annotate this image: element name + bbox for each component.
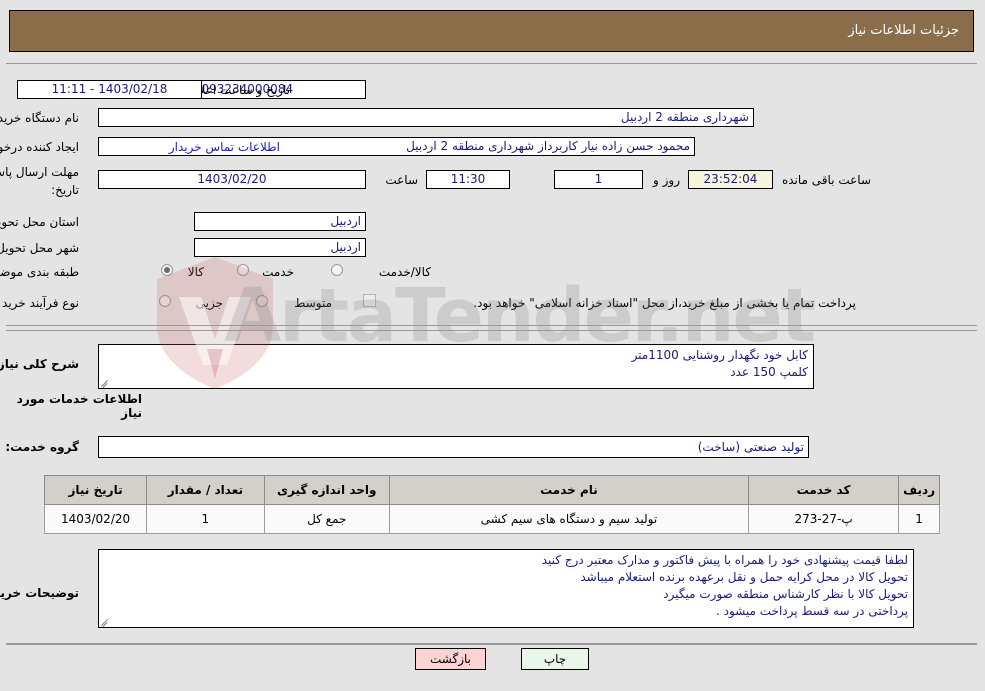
- footer-separator: [7, 644, 978, 645]
- cell-row: 1: [899, 504, 941, 534]
- print-button[interactable]: چاپ: [522, 648, 590, 670]
- table-row: 1 پ-27-273 تولید سیم و دستگاه های سیم کش…: [44, 504, 941, 534]
- col-date: تاریخ نیاز: [44, 475, 149, 505]
- cell-code: پ-27-273: [748, 504, 901, 534]
- col-row: ردیف: [899, 475, 941, 505]
- page-header: جزئیات اطلاعات نیاز: [10, 10, 975, 52]
- cell-date: 1403/02/20: [44, 504, 149, 534]
- cell-name: تولید سیم و دستگاه های سیم کشی: [389, 504, 750, 534]
- page-title: جزئیات اطلاعات نیاز: [849, 23, 960, 38]
- col-code: کد خدمت: [748, 475, 901, 505]
- services-table: ردیف کد خدمت نام خدمت واحد اندازه گیری ت…: [44, 475, 941, 534]
- col-unit: واحد اندازه گیری: [264, 475, 391, 505]
- cell-quantity: 1: [147, 504, 266, 534]
- col-name: نام خدمت: [389, 475, 750, 505]
- table-header-row: ردیف کد خدمت نام خدمت واحد اندازه گیری ت…: [44, 475, 941, 505]
- col-quantity: تعداد / مقدار: [147, 475, 266, 505]
- cell-unit: جمع کل: [264, 504, 391, 534]
- need-info-panel: [7, 63, 978, 326]
- back-button[interactable]: بازگشت: [416, 648, 487, 670]
